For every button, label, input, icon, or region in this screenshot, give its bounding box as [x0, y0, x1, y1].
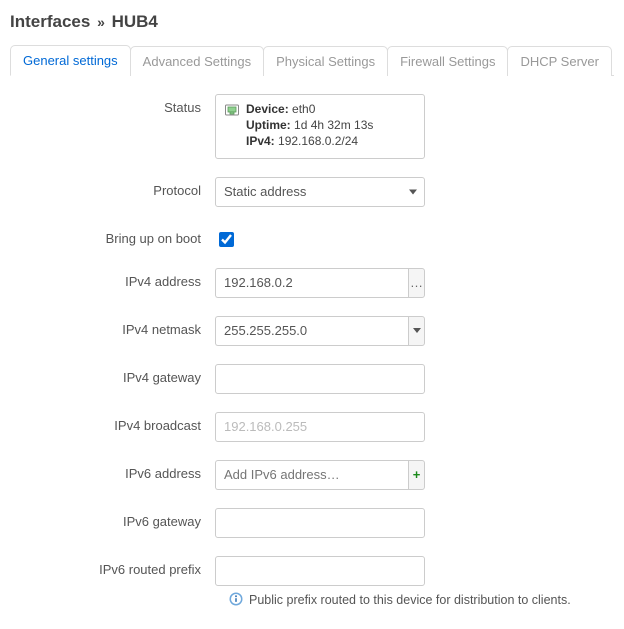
tab-dhcp-server[interactable]: DHCP Server	[507, 46, 612, 76]
status-label: Status	[10, 94, 215, 115]
tab-bar: General settings Advanced Settings Physi…	[10, 44, 614, 76]
ipv6-prefix-hint: Public prefix routed to this device for …	[229, 592, 614, 609]
tab-physical-settings[interactable]: Physical Settings	[263, 46, 388, 76]
ipv4-netmask-input[interactable]	[215, 316, 408, 346]
ipv6-address-input[interactable]	[215, 460, 408, 490]
ipv6-prefix-input[interactable]	[215, 556, 425, 586]
title-section: Interfaces	[10, 12, 90, 31]
ipv4-netmask-dropdown-button[interactable]	[408, 316, 425, 346]
tab-advanced-settings[interactable]: Advanced Settings	[130, 46, 264, 76]
bringup-checkbox[interactable]	[219, 232, 234, 247]
ipv6-gateway-input[interactable]	[215, 508, 425, 538]
ipv4-address-label: IPv4 address	[10, 268, 215, 289]
network-port-icon	[224, 102, 240, 118]
ipv4-broadcast-input[interactable]	[215, 412, 425, 442]
status-ipv4-value: 192.168.0.2/24	[278, 134, 358, 148]
status-device-label: Device:	[246, 102, 289, 116]
info-icon	[229, 592, 243, 609]
ipv6-prefix-hint-text: Public prefix routed to this device for …	[249, 593, 571, 607]
ipv6-address-label: IPv6 address	[10, 460, 215, 481]
protocol-label: Protocol	[10, 177, 215, 198]
ipv6-prefix-label: IPv6 routed prefix	[10, 556, 215, 577]
protocol-select[interactable]: Static address	[215, 177, 425, 207]
ipv4-broadcast-label: IPv4 broadcast	[10, 412, 215, 433]
ipv4-netmask-label: IPv4 netmask	[10, 316, 215, 337]
title-interface-name: HUB4	[112, 12, 158, 31]
ipv6-gateway-label: IPv6 gateway	[10, 508, 215, 529]
ipv6-address-add-button[interactable]: +	[408, 460, 425, 490]
bringup-label: Bring up on boot	[10, 225, 215, 246]
ellipsis-icon: …	[410, 275, 423, 290]
status-uptime-label: Uptime:	[246, 118, 291, 132]
tab-general-settings[interactable]: General settings	[10, 45, 131, 76]
status-box: Device: eth0 Uptime: 1d 4h 32m 13s IPv4:…	[215, 94, 425, 159]
title-separator: »	[95, 14, 107, 30]
ipv4-address-input[interactable]	[215, 268, 408, 298]
ipv4-gateway-label: IPv4 gateway	[10, 364, 215, 385]
status-device-value: eth0	[292, 102, 315, 116]
plus-icon: +	[413, 467, 421, 482]
status-ipv4-label: IPv4:	[246, 134, 275, 148]
tab-firewall-settings[interactable]: Firewall Settings	[387, 46, 508, 76]
status-uptime-value: 1d 4h 32m 13s	[294, 118, 373, 132]
ipv4-gateway-input[interactable]	[215, 364, 425, 394]
ipv4-address-more-button[interactable]: …	[408, 268, 425, 298]
page-title: Interfaces » HUB4	[10, 12, 614, 32]
